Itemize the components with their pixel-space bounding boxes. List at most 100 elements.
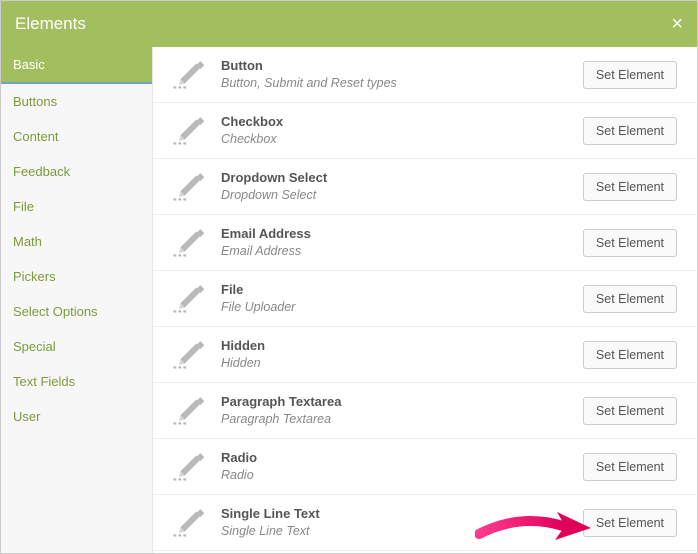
element-title: Button <box>221 58 583 75</box>
pencil-icon <box>172 60 206 90</box>
element-title: Radio <box>221 450 583 467</box>
element-icon-wrap <box>167 116 211 146</box>
element-icon-wrap <box>167 284 211 314</box>
modal-header: Elements × <box>1 1 697 47</box>
element-icon-wrap <box>167 228 211 258</box>
element-desc: Email Address <box>221 243 583 259</box>
element-icon-wrap <box>167 60 211 90</box>
element-desc: Dropdown Select <box>221 187 583 203</box>
set-element-button[interactable]: Set Element <box>583 285 677 313</box>
sidebar-item-label: User <box>13 409 40 424</box>
set-element-button[interactable]: Set Element <box>583 229 677 257</box>
element-title: Single Line Text <box>221 506 583 523</box>
element-desc: Button, Submit and Reset types <box>221 75 583 91</box>
element-title: Checkbox <box>221 114 583 131</box>
sidebar-item-file[interactable]: File <box>1 189 152 224</box>
element-row: Dropdown SelectDropdown SelectSet Elemen… <box>153 159 697 215</box>
sidebar-item-label: Math <box>13 234 42 249</box>
sidebar-item-basic[interactable]: Basic <box>1 47 152 84</box>
pencil-icon <box>172 172 206 202</box>
element-info: FileFile Uploader <box>211 282 583 315</box>
element-info: ButtonButton, Submit and Reset types <box>211 58 583 91</box>
sidebar-list: Basic Buttons Content Feedback File Math Picke… <box>1 47 152 434</box>
element-desc: Single Line Text <box>221 523 583 539</box>
element-title: File <box>221 282 583 299</box>
element-title: Paragraph Textarea <box>221 394 583 411</box>
pencil-icon <box>172 116 206 146</box>
element-row: CheckboxCheckboxSet Element <box>153 103 697 159</box>
element-title: Dropdown Select <box>221 170 583 187</box>
element-icon-wrap <box>167 396 211 426</box>
element-action: Set Element <box>583 509 677 537</box>
element-action: Set Element <box>583 229 677 257</box>
sidebar-item-user[interactable]: User <box>1 399 152 434</box>
element-row: Single Line TextSingle Line TextSet Elem… <box>153 495 697 551</box>
elements-modal: Elements × Basic Buttons Content Feedback Fi… <box>0 0 698 554</box>
element-action: Set Element <box>583 285 677 313</box>
element-action: Set Element <box>583 61 677 89</box>
sidebar-item-math[interactable]: Math <box>1 224 152 259</box>
set-element-button[interactable]: Set Element <box>583 173 677 201</box>
modal-title: Elements <box>15 14 86 34</box>
sidebar-item-feedback[interactable]: Feedback <box>1 154 152 189</box>
element-action: Set Element <box>583 173 677 201</box>
pencil-icon <box>172 396 206 426</box>
element-title: Hidden <box>221 338 583 355</box>
element-info: CheckboxCheckbox <box>211 114 583 147</box>
sidebar-item-label: Basic <box>13 57 45 72</box>
sidebar-item-text-fields[interactable]: Text Fields <box>1 364 152 399</box>
element-action: Set Element <box>583 397 677 425</box>
element-info: RadioRadio <box>211 450 583 483</box>
sidebar-item-pickers[interactable]: Pickers <box>1 259 152 294</box>
element-row: Email AddressEmail AddressSet Element <box>153 215 697 271</box>
element-action: Set Element <box>583 117 677 145</box>
set-element-button[interactable]: Set Element <box>583 61 677 89</box>
sidebar-item-content[interactable]: Content <box>1 119 152 154</box>
set-element-button[interactable]: Set Element <box>583 397 677 425</box>
sidebar-item-label: Special <box>13 339 56 354</box>
pencil-icon <box>172 284 206 314</box>
sidebar-item-label: File <box>13 199 34 214</box>
pencil-icon <box>172 340 206 370</box>
set-element-button[interactable]: Set Element <box>583 341 677 369</box>
element-row: Paragraph TextareaParagraph TextareaSet … <box>153 383 697 439</box>
element-row: ButtonButton, Submit and Reset typesSet … <box>153 47 697 103</box>
element-info: Paragraph TextareaParagraph Textarea <box>211 394 583 427</box>
element-title: Email Address <box>221 226 583 243</box>
set-element-button[interactable]: Set Element <box>583 117 677 145</box>
element-desc: File Uploader <box>221 299 583 315</box>
sidebar: Basic Buttons Content Feedback File Math Picke… <box>1 47 153 553</box>
element-icon-wrap <box>167 172 211 202</box>
modal-body: Basic Buttons Content Feedback File Math Picke… <box>1 47 697 553</box>
sidebar-item-label: Text Fields <box>13 374 75 389</box>
close-icon[interactable]: × <box>671 14 683 34</box>
element-desc: Paragraph Textarea <box>221 411 583 427</box>
sidebar-item-label: Pickers <box>13 269 56 284</box>
element-icon-wrap <box>167 508 211 538</box>
sidebar-item-buttons[interactable]: Buttons <box>1 84 152 119</box>
sidebar-item-label: Content <box>13 129 59 144</box>
sidebar-item-special[interactable]: Special <box>1 329 152 364</box>
element-info: Email AddressEmail Address <box>211 226 583 259</box>
element-info: Dropdown SelectDropdown Select <box>211 170 583 203</box>
sidebar-item-select-options[interactable]: Select Options <box>1 294 152 329</box>
element-row: FileFile UploaderSet Element <box>153 271 697 327</box>
element-desc: Checkbox <box>221 131 583 147</box>
element-list[interactable]: ButtonButton, Submit and Reset typesSet … <box>153 47 697 553</box>
sidebar-item-label: Buttons <box>13 94 57 109</box>
element-icon-wrap <box>167 340 211 370</box>
element-desc: Radio <box>221 467 583 483</box>
pencil-icon <box>172 228 206 258</box>
set-element-button[interactable]: Set Element <box>583 509 677 537</box>
sidebar-item-label: Select Options <box>13 304 98 319</box>
element-action: Set Element <box>583 453 677 481</box>
pencil-icon <box>172 452 206 482</box>
element-row: RadioRadioSet Element <box>153 439 697 495</box>
pencil-icon <box>172 508 206 538</box>
element-info: Single Line TextSingle Line Text <box>211 506 583 539</box>
element-icon-wrap <box>167 452 211 482</box>
element-row: HiddenHiddenSet Element <box>153 327 697 383</box>
sidebar-item-label: Feedback <box>13 164 70 179</box>
set-element-button[interactable]: Set Element <box>583 453 677 481</box>
element-info: HiddenHidden <box>211 338 583 371</box>
